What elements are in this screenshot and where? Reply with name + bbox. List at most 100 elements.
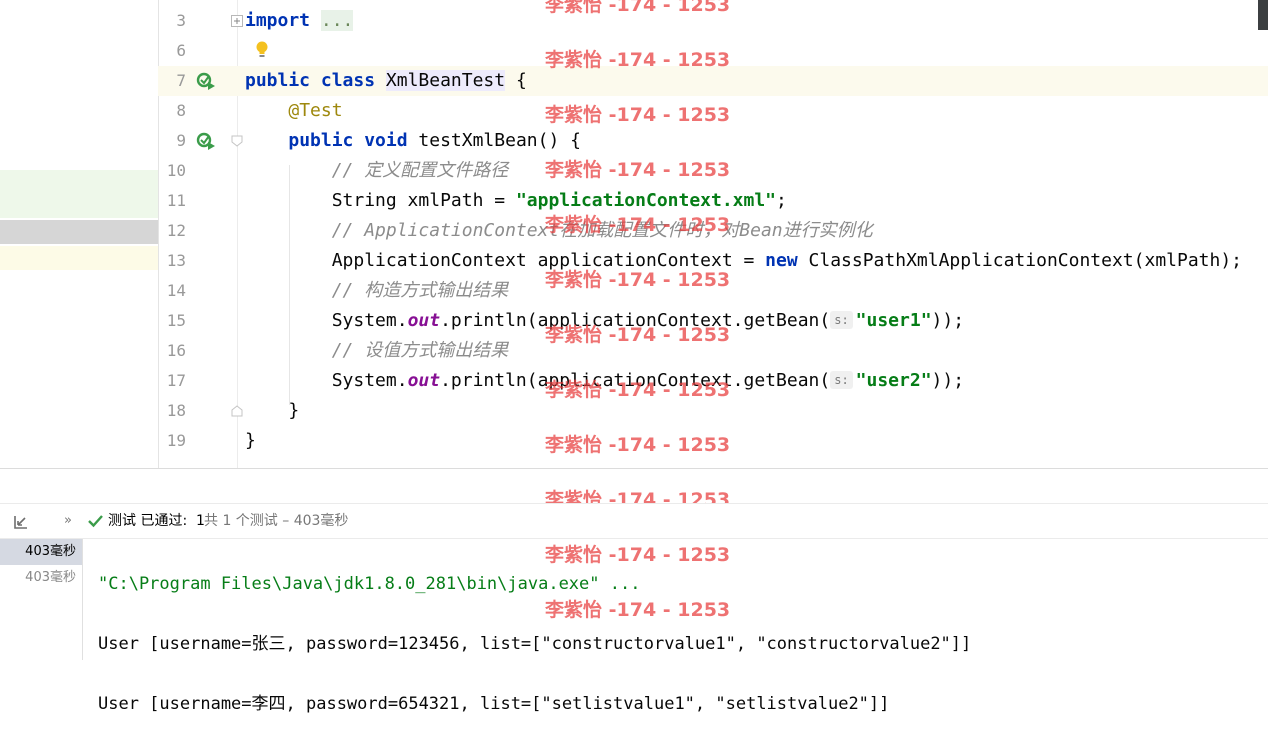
line-number: 13 <box>166 251 186 270</box>
code-token: testXmlBean() { <box>418 130 581 151</box>
code-token: { <box>505 70 527 91</box>
code-token: out <box>407 310 441 331</box>
test-tree-root[interactable]: 403毫秒 <box>0 539 82 565</box>
test-status-label: 测试 已通过: <box>108 513 188 529</box>
run-test-icon[interactable] <box>196 132 216 150</box>
code-token: "user1" <box>855 310 932 331</box>
parameter-hint: s: <box>830 311 853 329</box>
code-line[interactable]: 14 // 构造方式输出结果 <box>158 276 1268 306</box>
editor-bottom-border <box>0 468 1268 469</box>
code-line[interactable]: 19} <box>158 426 1268 456</box>
code-token: "user2" <box>855 370 932 391</box>
code-token: @Test <box>288 100 343 121</box>
folded-imports[interactable]: ... <box>320 10 354 31</box>
code-text: String xmlPath = "applicationContext.xml… <box>245 186 787 216</box>
code-text: System.out.println(applicationContext.ge… <box>245 306 964 336</box>
code-token: } <box>245 430 256 451</box>
code-text: ApplicationContext applicationContext = … <box>245 246 1242 276</box>
code-text: // ApplicationContext在加载配置文件时，对Bean进行实例化 <box>245 216 873 246</box>
code-line[interactable]: 3 import ... <box>158 6 1268 36</box>
code-token: "applicationContext.xml" <box>515 190 777 211</box>
console-output-line: User [username=张三, password=123456, list… <box>98 634 972 654</box>
line-number: 16 <box>166 341 186 360</box>
code-text: } <box>245 426 256 456</box>
code-text: import ... <box>245 6 354 36</box>
code-token: ApplicationContext applicationContext = <box>245 250 766 271</box>
line-number: 9 <box>176 131 186 150</box>
code-text: // 定义配置文件路径 <box>245 156 509 186</box>
line-number: 15 <box>166 311 186 330</box>
code-text: System.out.println(applicationContext.ge… <box>245 366 964 396</box>
code-line[interactable]: 6 <box>158 36 1268 66</box>
line-number: 8 <box>176 101 186 120</box>
vcs-change-band <box>0 170 158 218</box>
code-line[interactable]: 7 public class XmlBeanTest { <box>158 66 1268 96</box>
code-line[interactable]: 13 ApplicationContext applicationContext… <box>158 246 1268 276</box>
code-text: // 设值方式输出结果 <box>245 336 509 366</box>
console-output[interactable]: "C:\Program Files\Java\jdk1.8.0_281\bin\… <box>98 539 971 749</box>
highlight-band <box>0 246 158 270</box>
code-token: XmlBeanTest <box>385 70 506 91</box>
console-output-line: User [username=李四, password=654321, list… <box>98 694 890 714</box>
selection-band <box>0 220 158 244</box>
code-token: } <box>245 400 300 421</box>
console-command-line: "C:\Program Files\Java\jdk1.8.0_281\bin\… <box>98 574 641 594</box>
test-tree-item[interactable]: 403毫秒 <box>0 565 82 591</box>
code-token: // 设值方式输出结果 <box>331 340 509 361</box>
code-token: new <box>765 250 809 271</box>
code-line[interactable]: 8 @Test <box>158 96 1268 126</box>
code-text: public void testXmlBean() { <box>245 126 581 156</box>
code-token: ClassPathXmlApplicationContext(xmlPath); <box>808 250 1243 271</box>
line-number: 6 <box>176 41 186 60</box>
code-token: String xmlPath = <box>245 190 516 211</box>
code-text: public class XmlBeanTest { <box>245 66 527 96</box>
test-tree[interactable]: 403毫秒 403毫秒 <box>0 539 83 660</box>
line-number: 19 <box>166 431 186 450</box>
line-number: 11 <box>166 191 186 210</box>
line-number: 7 <box>176 71 186 90</box>
code-line[interactable]: 12 // ApplicationContext在加载配置文件时，对Bean进行… <box>158 216 1268 246</box>
code-line[interactable]: 15 System.out.println(applicationContext… <box>158 306 1268 336</box>
code-line[interactable]: 17 System.out.println(applicationContext… <box>158 366 1268 396</box>
run-test-icon[interactable] <box>196 72 216 90</box>
indent-guide <box>289 165 290 405</box>
code-line[interactable]: 18 } <box>158 396 1268 426</box>
code-line[interactable]: 10 // 定义配置文件路径 <box>158 156 1268 186</box>
code-line[interactable]: 16 // 设值方式输出结果 <box>158 336 1268 366</box>
code-text: @Test <box>245 96 343 126</box>
code-token: .println(applicationContext.getBean( <box>440 370 831 391</box>
code-token: out <box>407 370 441 391</box>
left-panel-strip <box>0 0 158 468</box>
code-token: // ApplicationContext在加载配置文件时，对Bean进行实例化 <box>331 220 873 241</box>
code-token: // 定义配置文件路径 <box>331 160 509 181</box>
line-number: 3 <box>176 11 186 30</box>
code-text: // 构造方式输出结果 <box>245 276 509 306</box>
line-number: 18 <box>166 401 186 420</box>
code-token: ; <box>776 190 787 211</box>
code-token: .println(applicationContext.getBean( <box>440 310 831 331</box>
code-line[interactable]: 9 public void testXmlBean() { <box>158 126 1268 156</box>
code-token: public void <box>288 130 419 151</box>
parameter-hint: s: <box>830 371 853 389</box>
test-summary: 共 1 个测试 – 403毫秒 <box>204 513 349 529</box>
line-number: 10 <box>166 161 186 180</box>
code-token: )); <box>931 310 965 331</box>
code-token: // 构造方式输出结果 <box>331 280 509 301</box>
fold-icon[interactable] <box>231 404 243 418</box>
line-number: 14 <box>166 281 186 300</box>
code-token: import <box>245 10 311 31</box>
code-text: } <box>245 396 299 426</box>
test-results-toolbar: » 测试 已通过: 1 共 1 个测试 – 403毫秒 <box>0 503 1268 539</box>
code-token: System. <box>245 310 408 331</box>
fold-icon[interactable] <box>231 14 243 28</box>
line-number: 12 <box>166 221 186 240</box>
intention-bulb-icon[interactable] <box>254 40 270 60</box>
fold-icon[interactable] <box>231 134 243 148</box>
line-number: 17 <box>166 371 186 390</box>
code-line[interactable]: 11 String xmlPath = "applicationContext.… <box>158 186 1268 216</box>
chevron-double-right-icon[interactable]: » <box>64 504 72 538</box>
check-icon <box>88 504 103 541</box>
